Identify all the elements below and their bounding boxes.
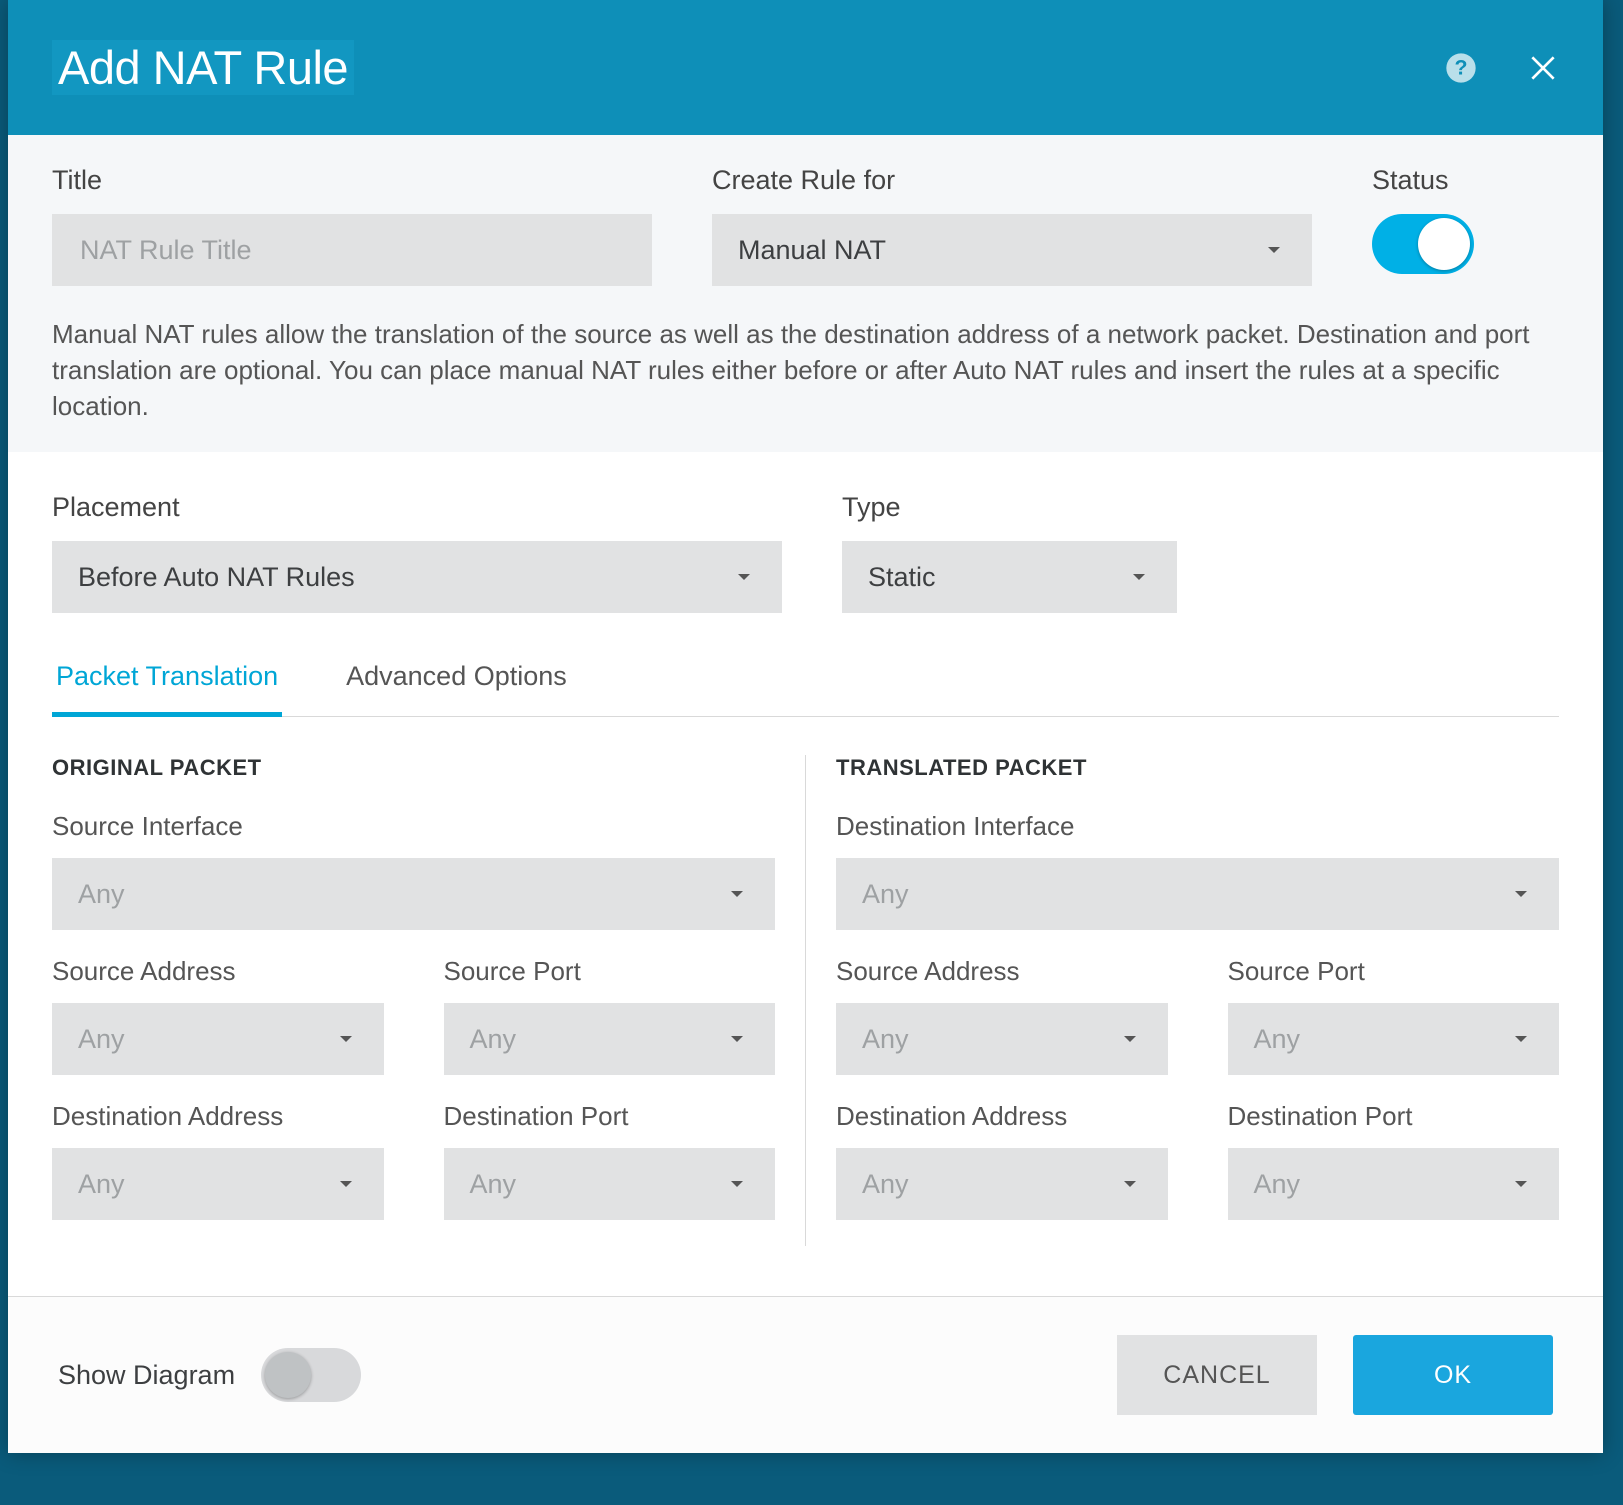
trans-source-address-select[interactable]: Any (836, 1003, 1168, 1075)
select-value: Any (1254, 1024, 1301, 1055)
select-value: Any (862, 879, 909, 910)
status-label: Status (1372, 165, 1559, 196)
tabs: Packet Translation Advanced Options (52, 643, 1559, 717)
orig-dest-port-select[interactable]: Any (444, 1148, 776, 1220)
create-rule-for-value: Manual NAT (738, 235, 886, 266)
trans-source-port-label: Source Port (1228, 956, 1560, 987)
status-toggle[interactable] (1372, 214, 1474, 274)
orig-source-interface-select[interactable]: Any (52, 858, 775, 930)
toggle-knob (1418, 218, 1470, 270)
original-packet-col: ORIGINAL PACKET Source Interface Any Sou… (52, 755, 806, 1246)
trans-dest-address-select[interactable]: Any (836, 1148, 1168, 1220)
original-packet-heading: ORIGINAL PACKET (52, 755, 775, 781)
chevron-down-icon (1509, 1172, 1533, 1196)
show-diagram-toggle[interactable] (261, 1348, 361, 1402)
orig-source-address-select[interactable]: Any (52, 1003, 384, 1075)
select-value: Any (470, 1169, 517, 1200)
placement-label: Placement (52, 492, 782, 523)
select-value: Any (78, 879, 125, 910)
select-value: Any (78, 1169, 125, 1200)
trans-dest-port-label: Destination Port (1228, 1101, 1560, 1132)
create-rule-for-label: Create Rule for (712, 165, 1312, 196)
orig-source-port-label: Source Port (444, 956, 776, 987)
show-diagram-label: Show Diagram (58, 1360, 235, 1391)
select-value: Any (862, 1024, 909, 1055)
type-label: Type (842, 492, 1177, 523)
title-label: Title (52, 165, 652, 196)
trans-dest-address-label: Destination Address (836, 1101, 1168, 1132)
orig-dest-port-label: Destination Port (444, 1101, 776, 1132)
chevron-down-icon (725, 1027, 749, 1051)
modal-title: Add NAT Rule (52, 40, 354, 95)
translated-packet-heading: TRANSLATED PACKET (836, 755, 1559, 781)
chevron-down-icon (732, 565, 756, 589)
trans-source-address-label: Source Address (836, 956, 1168, 987)
chevron-down-icon (1118, 1027, 1142, 1051)
placement-select[interactable]: Before Auto NAT Rules (52, 541, 782, 613)
add-nat-rule-modal: Add NAT Rule ? Title Create Rule for Man… (8, 0, 1603, 1453)
chevron-down-icon (1262, 238, 1286, 262)
ok-button[interactable]: OK (1353, 1335, 1553, 1415)
chevron-down-icon (1509, 1027, 1533, 1051)
orig-source-interface-label: Source Interface (52, 811, 775, 842)
section-config: Placement Before Auto NAT Rules Type Sta… (8, 452, 1603, 1296)
trans-dest-interface-label: Destination Interface (836, 811, 1559, 842)
chevron-down-icon (1118, 1172, 1142, 1196)
section-meta: Title Create Rule for Manual NAT Status (8, 135, 1603, 452)
select-value: Any (862, 1169, 909, 1200)
orig-dest-address-label: Destination Address (52, 1101, 384, 1132)
type-value: Static (868, 562, 936, 593)
orig-source-port-select[interactable]: Any (444, 1003, 776, 1075)
chevron-down-icon (334, 1027, 358, 1051)
chevron-down-icon (725, 882, 749, 906)
chevron-down-icon (1127, 565, 1151, 589)
modal-header: Add NAT Rule ? (8, 0, 1603, 135)
create-rule-for-select[interactable]: Manual NAT (712, 214, 1312, 286)
cancel-button[interactable]: CANCEL (1117, 1335, 1317, 1415)
orig-source-address-label: Source Address (52, 956, 384, 987)
orig-dest-address-select[interactable]: Any (52, 1148, 384, 1220)
translated-packet-col: TRANSLATED PACKET Destination Interface … (806, 755, 1559, 1246)
modal-footer: Show Diagram CANCEL OK (8, 1296, 1603, 1453)
placement-value: Before Auto NAT Rules (78, 562, 355, 593)
select-value: Any (470, 1024, 517, 1055)
chevron-down-icon (1509, 882, 1533, 906)
trans-dest-port-select[interactable]: Any (1228, 1148, 1560, 1220)
packet-translation-panel: ORIGINAL PACKET Source Interface Any Sou… (52, 717, 1559, 1296)
title-input[interactable] (52, 214, 652, 286)
select-value: Any (78, 1024, 125, 1055)
help-icon[interactable]: ? (1445, 52, 1477, 84)
rule-description: Manual NAT rules allow the translation o… (52, 316, 1559, 424)
trans-dest-interface-select[interactable]: Any (836, 858, 1559, 930)
toggle-knob (265, 1352, 311, 1398)
close-icon[interactable] (1527, 52, 1559, 84)
tab-packet-translation[interactable]: Packet Translation (52, 643, 282, 717)
select-value: Any (1254, 1169, 1301, 1200)
chevron-down-icon (334, 1172, 358, 1196)
chevron-down-icon (725, 1172, 749, 1196)
type-select[interactable]: Static (842, 541, 1177, 613)
svg-text:?: ? (1454, 55, 1467, 79)
trans-source-port-select[interactable]: Any (1228, 1003, 1560, 1075)
tab-advanced-options[interactable]: Advanced Options (342, 643, 571, 717)
